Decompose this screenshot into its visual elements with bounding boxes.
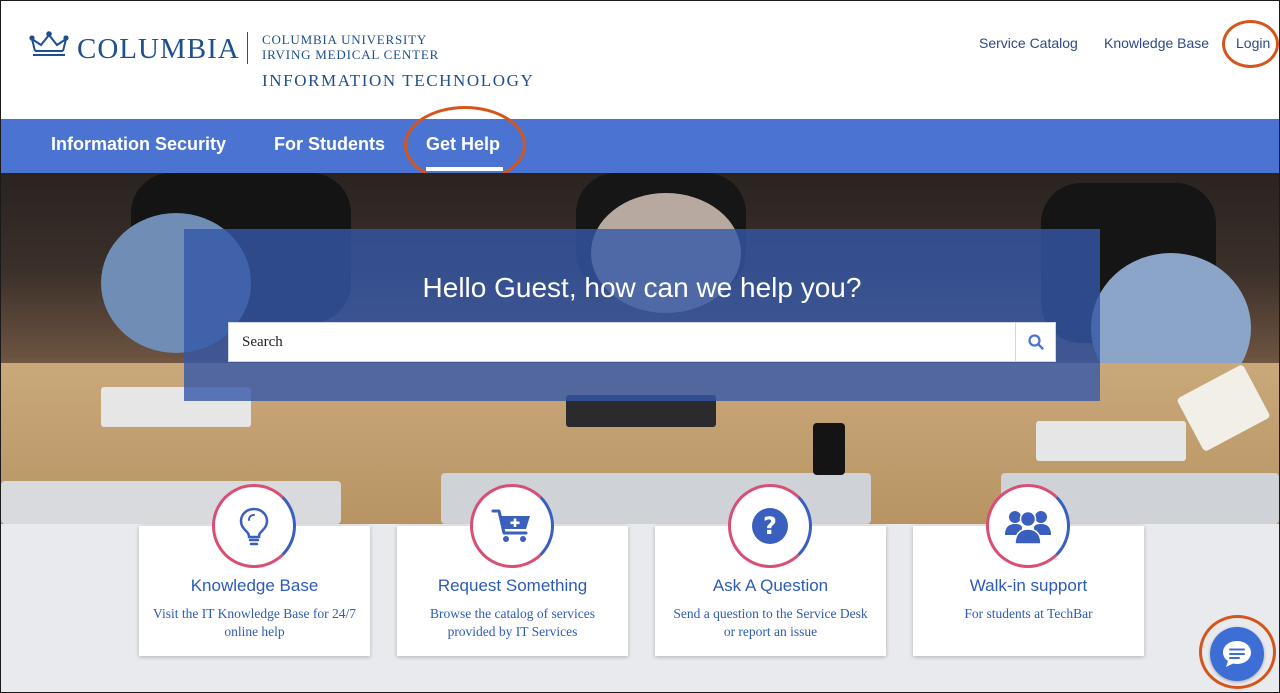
nav-item-get-help[interactable]: Get Help bbox=[426, 134, 500, 155]
hero-greeting: Hello Guest, how can we help you? bbox=[422, 272, 862, 303]
users-icon[interactable] bbox=[986, 484, 1070, 568]
card-description: Browse the catalog of services provided … bbox=[430, 606, 595, 639]
nav-item-information-security[interactable]: Information Security bbox=[51, 134, 226, 155]
card-description: Visit the IT Knowledge Base for 24/7 onl… bbox=[153, 606, 356, 639]
site-header: COLUMBIA Columbia University Irving Medi… bbox=[1, 1, 1279, 119]
hero-phone bbox=[813, 423, 845, 475]
card-title: Request Something bbox=[437, 576, 588, 595]
brand-department: Information Technology bbox=[262, 71, 535, 90]
page-frame: COLUMBIA Columbia University Irving Medi… bbox=[0, 0, 1280, 693]
cart-plus-icon[interactable] bbox=[470, 484, 554, 568]
hero-search-panel: Hello Guest, how can we help you? bbox=[184, 229, 1100, 401]
knowledge-base-link[interactable]: Knowledge Base bbox=[1104, 35, 1209, 51]
nav-item-for-students[interactable]: For Students bbox=[274, 134, 385, 155]
search-button[interactable] bbox=[1015, 323, 1055, 361]
crown-logo-icon bbox=[29, 31, 69, 56]
hero-keyboard-right bbox=[1036, 421, 1186, 461]
service-catalog-link[interactable]: Service Catalog bbox=[979, 35, 1078, 51]
svg-text:?: ? bbox=[763, 512, 777, 540]
card-description: For students at TechBar bbox=[964, 606, 1093, 621]
card-title: Walk-in support bbox=[969, 576, 1088, 595]
brand-wordmark[interactable]: COLUMBIA bbox=[77, 33, 240, 66]
lightbulb-icon[interactable] bbox=[212, 484, 296, 568]
brand-medical-center: Irving Medical Center bbox=[262, 47, 440, 62]
search-input[interactable] bbox=[229, 323, 1017, 361]
card-title: Ask A Question bbox=[712, 576, 829, 595]
main-nav: Information Security For Students Get He… bbox=[1, 119, 1279, 173]
card-description: Send a question to the Service Desk or r… bbox=[673, 606, 868, 639]
search-icon bbox=[1027, 334, 1044, 350]
question-circle-icon[interactable]: ? bbox=[728, 484, 812, 568]
brand-university: Columbia University bbox=[262, 32, 428, 47]
search-bar bbox=[228, 322, 1056, 362]
brand-divider bbox=[247, 32, 248, 64]
card-title: Knowledge Base bbox=[190, 576, 319, 595]
nav-active-indicator bbox=[426, 167, 503, 171]
login-link[interactable]: Login bbox=[1236, 35, 1270, 51]
chat-button[interactable] bbox=[1210, 627, 1264, 681]
hero-banner: Hello Guest, how can we help you? bbox=[1, 173, 1279, 524]
chat-bubble-icon bbox=[1223, 641, 1251, 667]
